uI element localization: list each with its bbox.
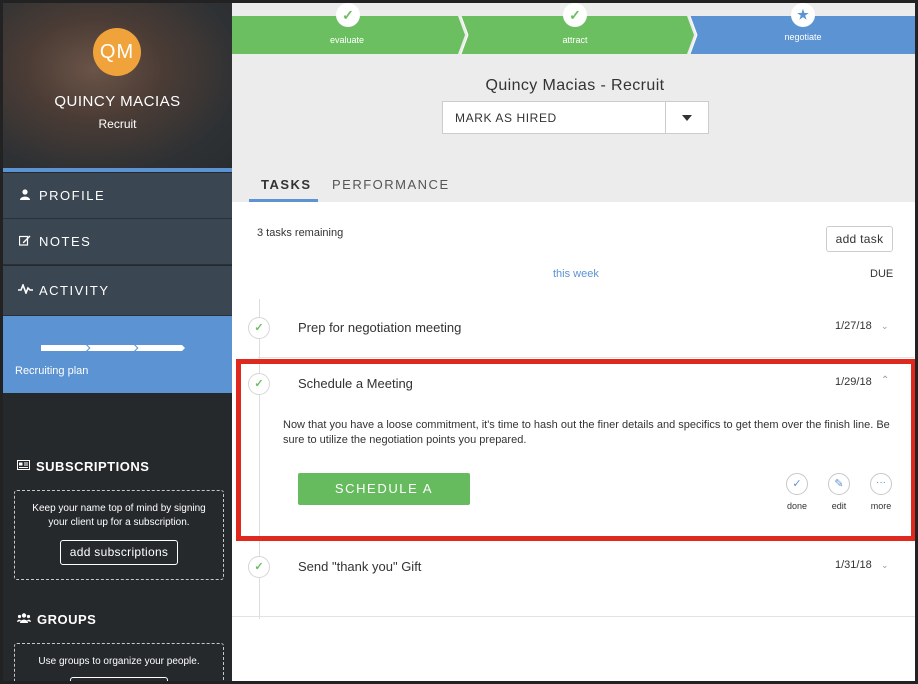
groups-text: Use groups to organize your people. <box>38 656 200 667</box>
due-header: DUE <box>870 268 894 280</box>
profile-divider <box>3 168 232 172</box>
plan-progress-bar <box>41 345 185 351</box>
main-panel: ✓ evaluate ✓ attract ★ negotiate Quincy … <box>232 3 915 681</box>
stage-stepper: ✓ evaluate ✓ attract ★ negotiate <box>232 3 915 55</box>
step-attract[interactable]: attract <box>530 35 620 45</box>
chevron-down-icon[interactable]: ⌄ <box>881 321 889 332</box>
page-title: Quincy Macias - Recruit <box>485 77 665 94</box>
subscriptions-heading: SUBSCRIPTIONS <box>17 459 149 474</box>
users-icon <box>17 613 31 626</box>
tab-bar: TASKS PERFORMANCE <box>232 169 915 202</box>
add-task-button[interactable]: add task <box>826 226 893 252</box>
chevron-down-icon[interactable] <box>682 115 692 121</box>
avatar: QM <box>93 28 141 76</box>
tab-performance[interactable]: PERFORMANCE <box>332 177 450 192</box>
groups-title: GROUPS <box>37 612 97 627</box>
app-frame: QM QUINCY MACIAS Recruit PROFILE NOTES A… <box>0 0 918 684</box>
profile-header: QM QUINCY MACIAS Recruit <box>3 3 232 168</box>
step-attract-check-icon: ✓ <box>563 3 587 27</box>
subscriptions-text: Keep your name top of mind by signing yo… <box>32 503 206 528</box>
add-subscriptions-button[interactable]: add subscriptions <box>60 540 178 565</box>
profile-name: QUINCY MACIAS <box>54 93 181 110</box>
sidebar-item-label: NOTES <box>39 234 92 249</box>
step-negotiate[interactable]: negotiate <box>758 32 848 42</box>
profile-role: Recruit <box>98 117 137 131</box>
tab-tasks[interactable]: TASKS <box>261 177 312 192</box>
step-negotiate-star-icon: ★ <box>791 3 815 27</box>
task-due-date: 1/31/18 <box>835 559 872 571</box>
groups-box: Use groups to organize your people. <box>14 643 224 681</box>
row-divider <box>258 357 914 358</box>
status-select[interactable]: MARK AS HIRED <box>442 101 709 134</box>
task-title[interactable]: Prep for negotiation meeting <box>298 320 461 335</box>
sidebar-item-label: PROFILE <box>39 188 106 203</box>
step-evaluate[interactable]: evaluate <box>302 35 392 45</box>
newspaper-icon <box>17 460 30 473</box>
select-divider <box>665 102 666 133</box>
sidebar-item-notes[interactable]: NOTES <box>3 219 232 265</box>
sidebar-item-profile[interactable]: PROFILE <box>3 173 232 219</box>
activity-pulse-icon <box>17 282 33 297</box>
groups-action-button[interactable] <box>70 677 168 681</box>
week-label[interactable]: this week <box>553 268 599 280</box>
subscriptions-title: SUBSCRIPTIONS <box>36 459 150 474</box>
edit-note-icon <box>17 235 33 249</box>
groups-heading: GROUPS <box>17 612 96 627</box>
status-select-value: MARK AS HIRED <box>455 111 557 125</box>
sidebar-item-recruiting-plan[interactable]: Recruiting plan <box>3 316 232 393</box>
step-evaluate-check-icon: ✓ <box>336 3 360 27</box>
tasks-remaining: 3 tasks remaining <box>257 227 344 239</box>
task-title[interactable]: Send "thank you" Gift <box>298 559 421 574</box>
plan-label: Recruiting plan <box>15 365 89 377</box>
task-complete-check-icon[interactable]: ✓ <box>248 317 270 339</box>
task-due-date: 1/27/18 <box>835 320 872 332</box>
sidebar-item-activity[interactable]: ACTIVITY <box>3 266 232 316</box>
row-divider <box>232 616 915 617</box>
sidebar: QM QUINCY MACIAS Recruit PROFILE NOTES A… <box>3 3 232 681</box>
subscriptions-box: Keep your name top of mind by signing yo… <box>14 490 224 580</box>
highlight-annotation-box <box>236 359 915 541</box>
active-tab-indicator <box>249 199 318 202</box>
chevron-down-icon[interactable]: ⌄ <box>881 560 889 571</box>
user-icon <box>17 188 33 203</box>
sidebar-item-label: ACTIVITY <box>39 283 110 298</box>
task-complete-check-icon[interactable]: ✓ <box>248 556 270 578</box>
